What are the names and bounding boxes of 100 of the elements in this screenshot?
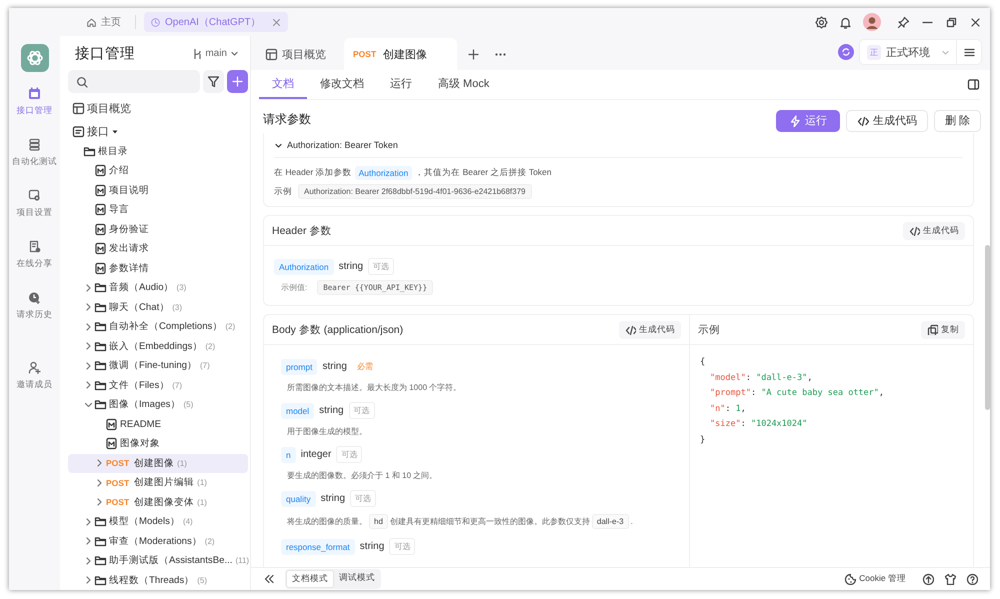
chevron-icon[interactable] bbox=[84, 536, 93, 546]
chevron-icon[interactable] bbox=[84, 360, 93, 371]
sync-icon[interactable] bbox=[838, 44, 854, 60]
tab[interactable]: 修改文档 bbox=[307, 70, 377, 99]
panel-toggle-icon[interactable] bbox=[967, 78, 980, 91]
mode-option[interactable]: 调试模式 bbox=[334, 570, 380, 588]
help-icon[interactable] bbox=[966, 573, 978, 585]
tree-item[interactable]: 音频（Audio） (3) bbox=[68, 278, 248, 298]
add-user-icon bbox=[28, 361, 41, 374]
nav-item[interactable]: 在线分享 bbox=[16, 240, 52, 272]
section-header[interactable]: Authorization: Bearer Token bbox=[274, 133, 963, 158]
chevron-icon[interactable] bbox=[95, 458, 104, 468]
filter-button[interactable] bbox=[203, 70, 224, 93]
parameter-description: 要生成的图像数。必须介于 1 和 10 之间。 bbox=[286, 470, 438, 481]
tree-item[interactable]: 根目录 bbox=[68, 142, 248, 161]
nav-item[interactable]: 邀请成员 bbox=[16, 361, 52, 393]
document-icon bbox=[105, 418, 118, 431]
chevron-icon[interactable] bbox=[84, 302, 93, 312]
app-logo bbox=[20, 44, 48, 72]
tab[interactable]: 高级 Mock bbox=[425, 70, 502, 99]
double-chevron-left-icon[interactable] bbox=[263, 573, 275, 585]
tree-item[interactable]: 身份验证 bbox=[68, 220, 248, 239]
nav-item[interactable]: 项目设置 bbox=[16, 189, 52, 221]
document-icon bbox=[94, 262, 107, 275]
menu-button[interactable] bbox=[957, 39, 982, 65]
tab[interactable]: 运行 bbox=[377, 70, 425, 99]
avatar[interactable] bbox=[863, 13, 881, 31]
document-icon bbox=[28, 240, 41, 253]
nav-item[interactable]: 接口管理 bbox=[16, 87, 52, 119]
mode-option[interactable]: 文档模式 bbox=[286, 570, 334, 588]
document-icon bbox=[105, 437, 118, 450]
tree-item[interactable]: POST 创建图像 (1) bbox=[68, 454, 248, 473]
tree-item[interactable]: 线程数（Threads） (5) bbox=[68, 570, 248, 590]
tree-item[interactable]: 接口 bbox=[68, 122, 248, 142]
tree-item[interactable]: 介绍 bbox=[68, 161, 248, 180]
clock-icon bbox=[28, 291, 41, 304]
tree-item[interactable]: 嵌入（Embeddings） (2) bbox=[68, 336, 248, 356]
close-icon[interactable] bbox=[969, 16, 982, 28]
caret-icon[interactable] bbox=[111, 128, 119, 136]
shirt-icon[interactable] bbox=[944, 573, 956, 585]
nav-item[interactable]: 请求历史 bbox=[16, 291, 52, 323]
card-title: 示例 bbox=[698, 322, 720, 336]
chevron-icon[interactable] bbox=[84, 322, 93, 332]
tree-item[interactable]: 聊天（Chat） (3) bbox=[68, 298, 248, 317]
tab[interactable]: POST 创建图像 bbox=[344, 38, 458, 70]
run-button[interactable]: 运行 bbox=[776, 110, 840, 132]
parameter-name: Authorization bbox=[274, 258, 334, 274]
tree-item[interactable]: 图像对象 bbox=[68, 434, 248, 454]
cookie-button[interactable]: Cookie 管理 bbox=[844, 573, 906, 585]
generate-code-button[interactable]: 生成代码 bbox=[846, 110, 928, 132]
chevron-icon[interactable] bbox=[84, 516, 93, 527]
plus-icon[interactable] bbox=[467, 48, 480, 60]
tree-item[interactable]: 项目说明 bbox=[68, 180, 248, 200]
tree-item[interactable]: README bbox=[68, 414, 248, 434]
nav-item[interactable]: 自动化测试 bbox=[12, 138, 57, 170]
folder-icon bbox=[94, 398, 107, 412]
example-label: 示例值: bbox=[281, 282, 308, 293]
chevron-icon[interactable] bbox=[84, 341, 93, 352]
tree-item[interactable]: 助手测试版（AssistantsBe... (11) bbox=[68, 551, 248, 570]
parameter-description: 所需图像的文本描述。最大长度为 1000 个字符。 bbox=[286, 382, 462, 393]
chevron-icon[interactable] bbox=[84, 575, 93, 586]
add-button[interactable] bbox=[227, 70, 248, 93]
delete-button[interactable]: 删 除 bbox=[934, 110, 981, 132]
tree-item[interactable]: 导言 bbox=[68, 200, 248, 220]
chevron-icon[interactable] bbox=[84, 400, 94, 410]
branch-selector[interactable]: main bbox=[192, 48, 239, 60]
search-icon bbox=[76, 76, 88, 88]
chevron-down-icon bbox=[230, 49, 239, 58]
tree-item[interactable]: 图像（Images） (5) bbox=[68, 395, 248, 414]
chevron-icon[interactable] bbox=[84, 282, 93, 293]
tree-item[interactable]: 模型（Models） (4) bbox=[68, 512, 248, 532]
environment-selector[interactable]: 正 正式环境 bbox=[859, 39, 957, 65]
tree-item[interactable]: 微调（Fine-tuning） (7) bbox=[68, 356, 248, 376]
tree-item[interactable]: POST 创建图片编辑 (1) bbox=[68, 473, 248, 492]
generate-code-button[interactable]: 生成代码 bbox=[903, 222, 965, 240]
example-label: 示例 bbox=[274, 186, 292, 198]
scrollbar[interactable] bbox=[985, 245, 990, 410]
upload-icon[interactable] bbox=[922, 573, 934, 585]
bell-icon[interactable] bbox=[839, 16, 852, 28]
tree-item[interactable]: POST 创建图像变体 (1) bbox=[68, 492, 248, 512]
tree-item[interactable]: 参数详情 bbox=[68, 258, 248, 278]
folder-icon bbox=[94, 554, 107, 568]
restore-icon[interactable] bbox=[945, 16, 958, 28]
tree-item[interactable]: 审查（Moderations） (2) bbox=[68, 532, 248, 551]
tree-item[interactable]: 项目概览 bbox=[68, 99, 248, 118]
pin-icon[interactable] bbox=[897, 16, 910, 28]
search-field[interactable] bbox=[68, 70, 200, 93]
chevron-icon[interactable] bbox=[84, 380, 93, 390]
tab[interactable]: 项目概览 bbox=[259, 38, 340, 70]
chevron-icon[interactable] bbox=[95, 478, 104, 488]
chevron-icon[interactable] bbox=[84, 556, 93, 566]
layout-icon bbox=[72, 102, 85, 116]
chevron-icon[interactable] bbox=[95, 497, 104, 508]
copy-button[interactable]: 复制 bbox=[921, 320, 965, 338]
window-tab[interactable]: 主页 bbox=[80, 12, 127, 32]
generate-code-button[interactable]: 生成代码 bbox=[619, 320, 681, 338]
tree-item[interactable]: 发出请求 bbox=[68, 239, 248, 258]
tab[interactable]: 文档 bbox=[259, 70, 307, 99]
tree-item[interactable]: 自动补全（Completions） (2) bbox=[68, 317, 248, 336]
tree-item[interactable]: 文件（Files） (7) bbox=[68, 376, 248, 395]
